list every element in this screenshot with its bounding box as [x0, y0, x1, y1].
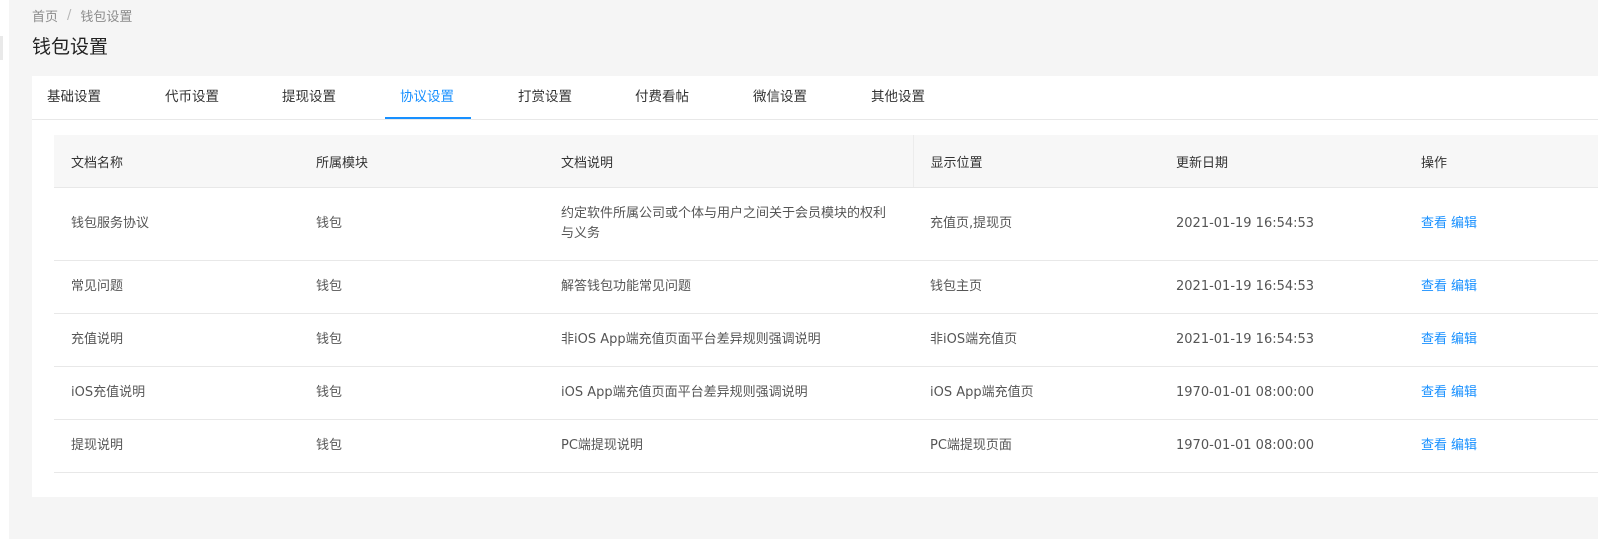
- cell-doc-name: 充值说明: [54, 313, 299, 367]
- settings-card: 基础设置 代币设置 提现设置 协议设置 打赏设置 付费看帖 微信设置 其他设置 …: [32, 76, 1598, 497]
- header-doc-name: 文档名称: [54, 135, 299, 188]
- table-header-row: 文档名称 所属模块 文档说明 显示位置 更新日期 操作: [54, 135, 1598, 188]
- edit-link[interactable]: 编辑: [1451, 279, 1477, 294]
- cell-actions: 查看 编辑: [1404, 313, 1598, 367]
- cell-display-position: iOS App端充值页: [913, 366, 1159, 420]
- table-row: 充值说明 钱包 非iOS App端充值页面平台差异规则强调说明 非iOS端充值页…: [54, 313, 1598, 367]
- header-update-date: 更新日期: [1159, 135, 1404, 188]
- tab-reward-settings[interactable]: 打赏设置: [518, 76, 572, 119]
- breadcrumb-current: 钱包设置: [80, 9, 133, 25]
- cell-description: 非iOS App端充值页面平台差异规则强调说明: [544, 313, 913, 367]
- header-description: 文档说明: [544, 135, 913, 188]
- table-row: 钱包服务协议 钱包 约定软件所属公司或个体与用户之间关于会员模块的权利与义务 充…: [54, 187, 1598, 261]
- cell-doc-name: 常见问题: [54, 260, 299, 314]
- view-link[interactable]: 查看: [1421, 216, 1447, 231]
- cell-module: 钱包: [299, 187, 544, 261]
- header-module: 所属模块: [299, 135, 544, 188]
- breadcrumb: 首页 / 钱包设置: [32, 6, 133, 25]
- tab-token-settings[interactable]: 代币设置: [165, 76, 219, 119]
- agreement-table: 文档名称 所属模块 文档说明 显示位置 更新日期 操作 钱包服务协议 钱包 约定…: [54, 135, 1598, 473]
- main-content: 首页 / 钱包设置 钱包设置 基础设置 代币设置 提现设置 协议设置 打赏设置 …: [9, 0, 1598, 539]
- header-actions: 操作: [1404, 135, 1598, 188]
- breadcrumb-separator: /: [67, 7, 72, 23]
- table-row: 提现说明 钱包 PC端提现说明 PC端提现页面 1970-01-01 08:00…: [54, 419, 1598, 473]
- cell-doc-name: 提现说明: [54, 419, 299, 473]
- header-display-position: 显示位置: [912, 135, 1159, 188]
- cell-update-date: 1970-01-01 08:00:00: [1159, 366, 1404, 420]
- tab-withdraw-settings[interactable]: 提现设置: [282, 76, 336, 119]
- cell-display-position: 钱包主页: [913, 260, 1159, 314]
- tab-paid-post[interactable]: 付费看帖: [635, 76, 689, 119]
- cell-description: PC端提现说明: [544, 419, 913, 473]
- cell-update-date: 1970-01-01 08:00:00: [1159, 419, 1404, 473]
- view-link[interactable]: 查看: [1421, 438, 1447, 453]
- breadcrumb-home-link[interactable]: 首页: [32, 6, 58, 25]
- table-row: iOS充值说明 钱包 iOS App端充值页面平台差异规则强调说明 iOS Ap…: [54, 366, 1598, 420]
- tab-wechat-settings[interactable]: 微信设置: [753, 76, 807, 119]
- sidebar-handle: [0, 36, 3, 60]
- cell-display-position: PC端提现页面: [913, 419, 1159, 473]
- page-title: 钱包设置: [32, 36, 109, 58]
- cell-module: 钱包: [299, 366, 544, 420]
- cell-description: iOS App端充值页面平台差异规则强调说明: [544, 366, 913, 420]
- cell-update-date: 2021-01-19 16:54:53: [1159, 313, 1404, 367]
- tab-bar: 基础设置 代币设置 提现设置 协议设置 打赏设置 付费看帖 微信设置 其他设置: [32, 76, 1598, 120]
- cell-description: 约定软件所属公司或个体与用户之间关于会员模块的权利与义务: [544, 187, 913, 261]
- cell-module: 钱包: [299, 260, 544, 314]
- tab-other-settings[interactable]: 其他设置: [871, 76, 925, 119]
- tab-basic-settings[interactable]: 基础设置: [47, 76, 101, 119]
- cell-doc-name: 钱包服务协议: [54, 187, 299, 261]
- left-edge: [0, 0, 9, 539]
- cell-actions: 查看 编辑: [1404, 187, 1598, 261]
- cell-display-position: 非iOS端充值页: [913, 313, 1159, 367]
- cell-update-date: 2021-01-19 16:54:53: [1159, 260, 1404, 314]
- edit-link[interactable]: 编辑: [1451, 385, 1477, 400]
- cell-actions: 查看 编辑: [1404, 260, 1598, 314]
- edit-link[interactable]: 编辑: [1451, 216, 1477, 231]
- cell-description: 解答钱包功能常见问题: [544, 260, 913, 314]
- table-row: 常见问题 钱包 解答钱包功能常见问题 钱包主页 2021-01-19 16:54…: [54, 260, 1598, 314]
- cell-display-position: 充值页,提现页: [913, 187, 1159, 261]
- edit-link[interactable]: 编辑: [1451, 332, 1477, 347]
- edit-link[interactable]: 编辑: [1451, 438, 1477, 453]
- tab-agreement-settings[interactable]: 协议设置: [400, 76, 454, 119]
- cell-actions: 查看 编辑: [1404, 419, 1598, 473]
- cell-module: 钱包: [299, 313, 544, 367]
- cell-module: 钱包: [299, 419, 544, 473]
- cell-update-date: 2021-01-19 16:54:53: [1159, 187, 1404, 261]
- view-link[interactable]: 查看: [1421, 332, 1447, 347]
- view-link[interactable]: 查看: [1421, 279, 1447, 294]
- active-tab-indicator: [385, 117, 471, 119]
- cell-actions: 查看 编辑: [1404, 366, 1598, 420]
- cell-doc-name: iOS充值说明: [54, 366, 299, 420]
- view-link[interactable]: 查看: [1421, 385, 1447, 400]
